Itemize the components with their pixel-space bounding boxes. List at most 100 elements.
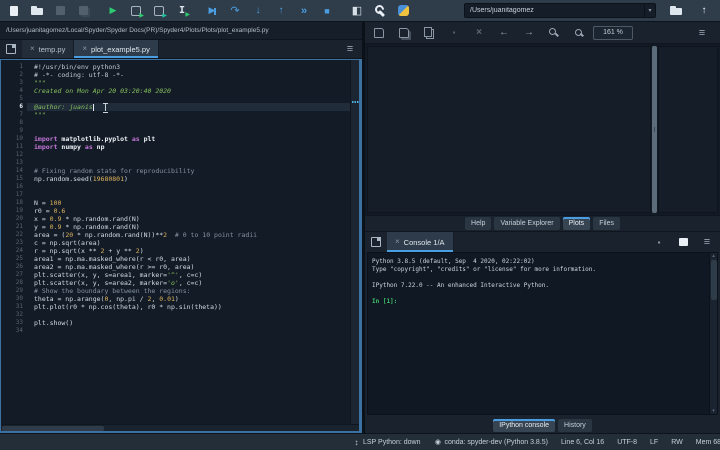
code-line: 22 area = (20 * np.random.rand(N))**2 # 0… [1,231,350,239]
stop-button[interactable] [319,3,335,19]
line-number: 12 [15,151,23,158]
go-to-parent-directory-button[interactable] [696,3,712,19]
step-over-button[interactable] [227,3,243,19]
run-selection-button[interactable] [174,3,190,19]
console-bottom-tabs: IPython console History [365,417,720,433]
remove-plot-icon [447,26,461,40]
step-into-button[interactable] [250,3,266,19]
continue-button[interactable] [296,3,312,19]
line-number: 17 [15,191,23,198]
code-editor[interactable]: 1 #!/usr/bin/env python3 2 # -*- coding: ut… [0,59,362,433]
remove-all-plots-button[interactable] [471,25,487,41]
close-tab-icon[interactable]: × [82,45,87,53]
status-label: Line 6, Col 16 [560,438,605,446]
save-button[interactable] [52,3,68,19]
editor-tab-bar: × temp.py × plot_example5.py [0,40,362,59]
code-text: # Fixing random state for reproducibilit… [34,167,195,175]
new-file-button[interactable] [6,3,22,19]
run-cell-advance-button[interactable] [151,3,167,19]
close-tab-icon[interactable]: × [30,45,35,53]
tab-plot-example5-py[interactable]: × plot_example5.py [74,40,159,58]
plots-splitter[interactable] [652,46,657,213]
line-number: 9 [19,127,23,134]
interrupt-button[interactable] [651,234,667,250]
code-line: 28 plt.scatter(x, y, s=area2, marker='o',… [1,279,350,287]
code-text: r = np.sqrt(x ** 2 + y ** 2) [34,247,144,255]
pane-tab-plots[interactable]: Plots [562,217,591,230]
tab-temp-py[interactable]: × temp.py [22,40,75,58]
pane-tab-help[interactable]: Help [465,217,492,230]
run-cell-button[interactable] [128,3,144,19]
scroll-down-arrow-icon[interactable]: ▾ [712,408,715,414]
next-plot-button[interactable] [521,25,537,41]
run-cell-icon [129,4,144,19]
console-tab-ipython-console[interactable]: IPython console [493,418,556,432]
line-number: 20 [15,215,23,222]
clipboard-button[interactable] [675,234,691,250]
browse-tabs-button[interactable] [0,40,22,58]
code-text: plt.scatter(x, y, s=area1, marker='^', c… [34,271,203,279]
code-line: 3 """ [1,79,350,87]
tab-label: temp.py [38,44,66,54]
step-out-button[interactable] [273,3,289,19]
plots-toolbar: 161 % [365,22,720,44]
editor-horizontal-scrollbar[interactable] [1,424,359,431]
ipython-prompt: In [1]: [372,298,398,305]
console-vertical-scrollbar[interactable]: ▴ ▾ [709,253,717,414]
plots-options-menu-icon[interactable] [695,26,709,40]
code-line: 4 Created on Mon Apr 20 03:20:40 2020 [1,87,350,95]
zoom-out-button[interactable] [571,25,587,41]
save-all-plots-button[interactable] [396,25,412,41]
code-line: 8 [1,119,350,127]
editor-options-menu-icon[interactable] [343,42,357,56]
console-tab-history[interactable]: History [558,418,592,432]
browse-working-directory-button[interactable] [668,3,684,19]
pane-tab-variable-explorer[interactable]: Variable Explorer [494,217,560,230]
code-line: 12 [1,151,350,159]
code-line: 6 @author: juanis [1,103,350,113]
browse-tabs-icon [4,42,18,56]
line-number: 6 [19,103,23,110]
copy-plot-button[interactable] [421,25,437,41]
preferences-button[interactable] [372,3,388,19]
code-line: 33 plt.show() [1,319,350,327]
status-conda[interactable]: conda: spyder-dev (Python 3.8.5) [433,438,548,447]
status-lsp-python[interactable]: LSP Python: down [352,438,420,447]
save-all-button[interactable] [75,3,91,19]
line-number: 14 [15,167,23,174]
pane-tab-files[interactable]: Files [593,217,620,230]
run-button[interactable] [105,3,121,19]
zoom-in-button[interactable] [546,25,562,41]
status-label: RW [671,438,683,446]
python-path-manager-button[interactable] [395,3,411,19]
debug-button[interactable] [204,3,220,19]
chevron-down-icon[interactable]: ▾ [644,4,655,17]
plots-zoom-level[interactable]: 161 % [593,25,633,40]
main-toolbar: /Users/juanitagomez ▾ [0,0,720,22]
code-line: 11 import numpy as np [1,143,350,151]
open-file-button[interactable] [29,3,45,19]
options-menu-button[interactable] [699,234,715,250]
interrupt-icon [652,235,666,249]
code-line: 16 [1,183,350,191]
tab-console-console-1-a[interactable]: × Console 1/A [387,232,454,252]
scrollflag-area[interactable] [350,60,359,424]
scrollbar-thumb[interactable] [710,260,717,300]
close-tab-icon[interactable]: × [395,238,400,246]
scroll-up-arrow-icon[interactable]: ▴ [712,253,715,259]
console-browse-tabs-button[interactable] [365,232,387,252]
remove-plot-button[interactable] [446,25,462,41]
working-directory-combobox[interactable]: /Users/juanitagomez ▾ [464,3,656,18]
status-label: LSP Python: down [363,438,421,446]
previous-plot-button[interactable] [496,25,512,41]
save-plot-button[interactable] [371,25,387,41]
code-text: #!/usr/bin/env python3 [34,63,121,71]
line-number: 5 [19,95,23,102]
maximize-pane-button[interactable] [349,3,365,19]
console-body[interactable]: Python 3.8.5 (default, Sep 4 2020, 02:22… [367,252,718,415]
right-panel: 161 % HelpVariable ExplorerPlotsFiles ×C… [365,22,720,433]
scrollbar-thumb[interactable] [2,426,104,431]
